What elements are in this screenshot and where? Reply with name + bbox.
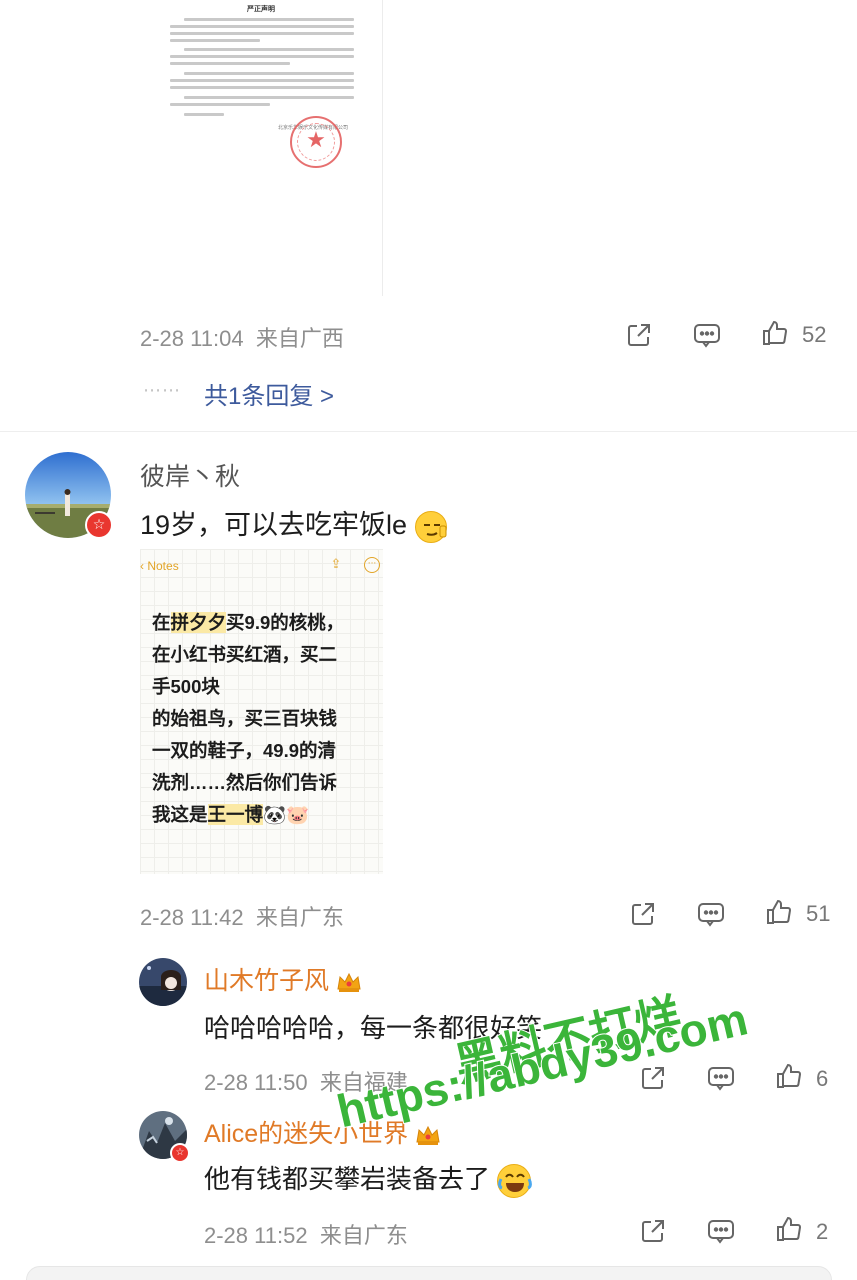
like-icon[interactable] bbox=[774, 1214, 804, 1244]
comment-divider bbox=[0, 431, 857, 432]
comment-2-text-row: 19岁，可以去吃牢饭le bbox=[140, 503, 447, 543]
like-icon[interactable] bbox=[760, 318, 790, 348]
comment-1-timestamp: 2-28 11:04 来自广西 bbox=[140, 326, 344, 351]
verified-badge-icon: ☆ bbox=[170, 1143, 190, 1163]
share-icon[interactable] bbox=[624, 320, 654, 350]
share-icon[interactable] bbox=[628, 899, 658, 929]
notes-back-button: ‹ Notes bbox=[140, 559, 179, 573]
official-seal-icon: ★ bbox=[290, 116, 342, 168]
vip-crown-icon bbox=[415, 1123, 441, 1147]
notes-line: 我这是王一博🐼🐷 bbox=[152, 804, 310, 825]
comment-2-timestamp: 2-28 11:42 来自广东 bbox=[140, 905, 344, 930]
replies-dots: ⋯⋯ bbox=[143, 380, 181, 401]
comment-icon[interactable] bbox=[706, 1216, 736, 1246]
reply-1-username-row: 山木竹子风 bbox=[204, 961, 362, 997]
notes-line: 手500块 bbox=[152, 676, 220, 697]
view-replies-link[interactable]: 共1条回复 > bbox=[204, 376, 334, 411]
notes-screenshot-image[interactable]: ‹ Notes ⇪ ··· 在拼夕夕买9.9的核桃， 在小红书买红酒，买二 手5… bbox=[140, 549, 383, 874]
smug-face-emoji-icon bbox=[414, 510, 447, 543]
notes-more-icon: ··· bbox=[364, 557, 380, 573]
vip-crown-icon bbox=[336, 970, 362, 994]
notes-share-icon: ⇪ bbox=[330, 557, 342, 572]
reply-1-like-count: 6 bbox=[816, 1066, 829, 1091]
comment-2-username[interactable]: 彼岸丶秋 bbox=[140, 457, 240, 493]
statement-title: 严正声明 bbox=[247, 5, 275, 13]
comment-icon[interactable] bbox=[706, 1063, 736, 1093]
reply-2-text: 他有钱都买攀岩装备去了 bbox=[204, 1164, 491, 1194]
like-icon[interactable] bbox=[774, 1061, 804, 1091]
laugh-cry-emoji-icon bbox=[497, 1164, 533, 1199]
share-icon[interactable] bbox=[638, 1216, 668, 1246]
comment-2-like-count: 51 bbox=[806, 901, 831, 926]
comment-icon[interactable] bbox=[696, 899, 726, 929]
notes-line: 洗剂……然后你们告诉 bbox=[152, 772, 338, 793]
notes-line: 在小红书买红酒，买二 bbox=[152, 644, 338, 665]
statement-document-image[interactable]: 严正声明 北京乐华娱乐文化传媒有限公司 ★ bbox=[140, 0, 383, 296]
comment-2-text: 19岁，可以去吃牢饭le bbox=[140, 510, 408, 540]
comment-icon[interactable] bbox=[692, 320, 722, 350]
bottom-comment-bar[interactable] bbox=[26, 1266, 832, 1280]
reply-2-like-count: 2 bbox=[816, 1219, 829, 1244]
notes-line: 在拼夕夕买9.9的核桃， bbox=[152, 612, 345, 633]
verified-badge-icon: ☆ bbox=[85, 511, 113, 539]
reply-1-avatar[interactable] bbox=[139, 958, 187, 1006]
reply-2-text-row: 他有钱都买攀岩装备去了 bbox=[204, 1159, 533, 1199]
like-icon[interactable] bbox=[764, 897, 794, 927]
reply-1-username[interactable]: 山木竹子风 bbox=[204, 967, 329, 995]
notes-body-text: 在拼夕夕买9.9的核桃， 在小红书买红酒，买二 手500块 的始祖鸟，买三百块钱… bbox=[152, 607, 377, 831]
notes-line: 一双的鞋子，49.9的清 bbox=[152, 740, 337, 761]
comment-1-like-count: 52 bbox=[802, 322, 827, 347]
reply-2-timestamp: 2-28 11:52 来自广东 bbox=[204, 1223, 408, 1248]
notes-line: 的始祖鸟，买三百块钱 bbox=[152, 708, 338, 729]
